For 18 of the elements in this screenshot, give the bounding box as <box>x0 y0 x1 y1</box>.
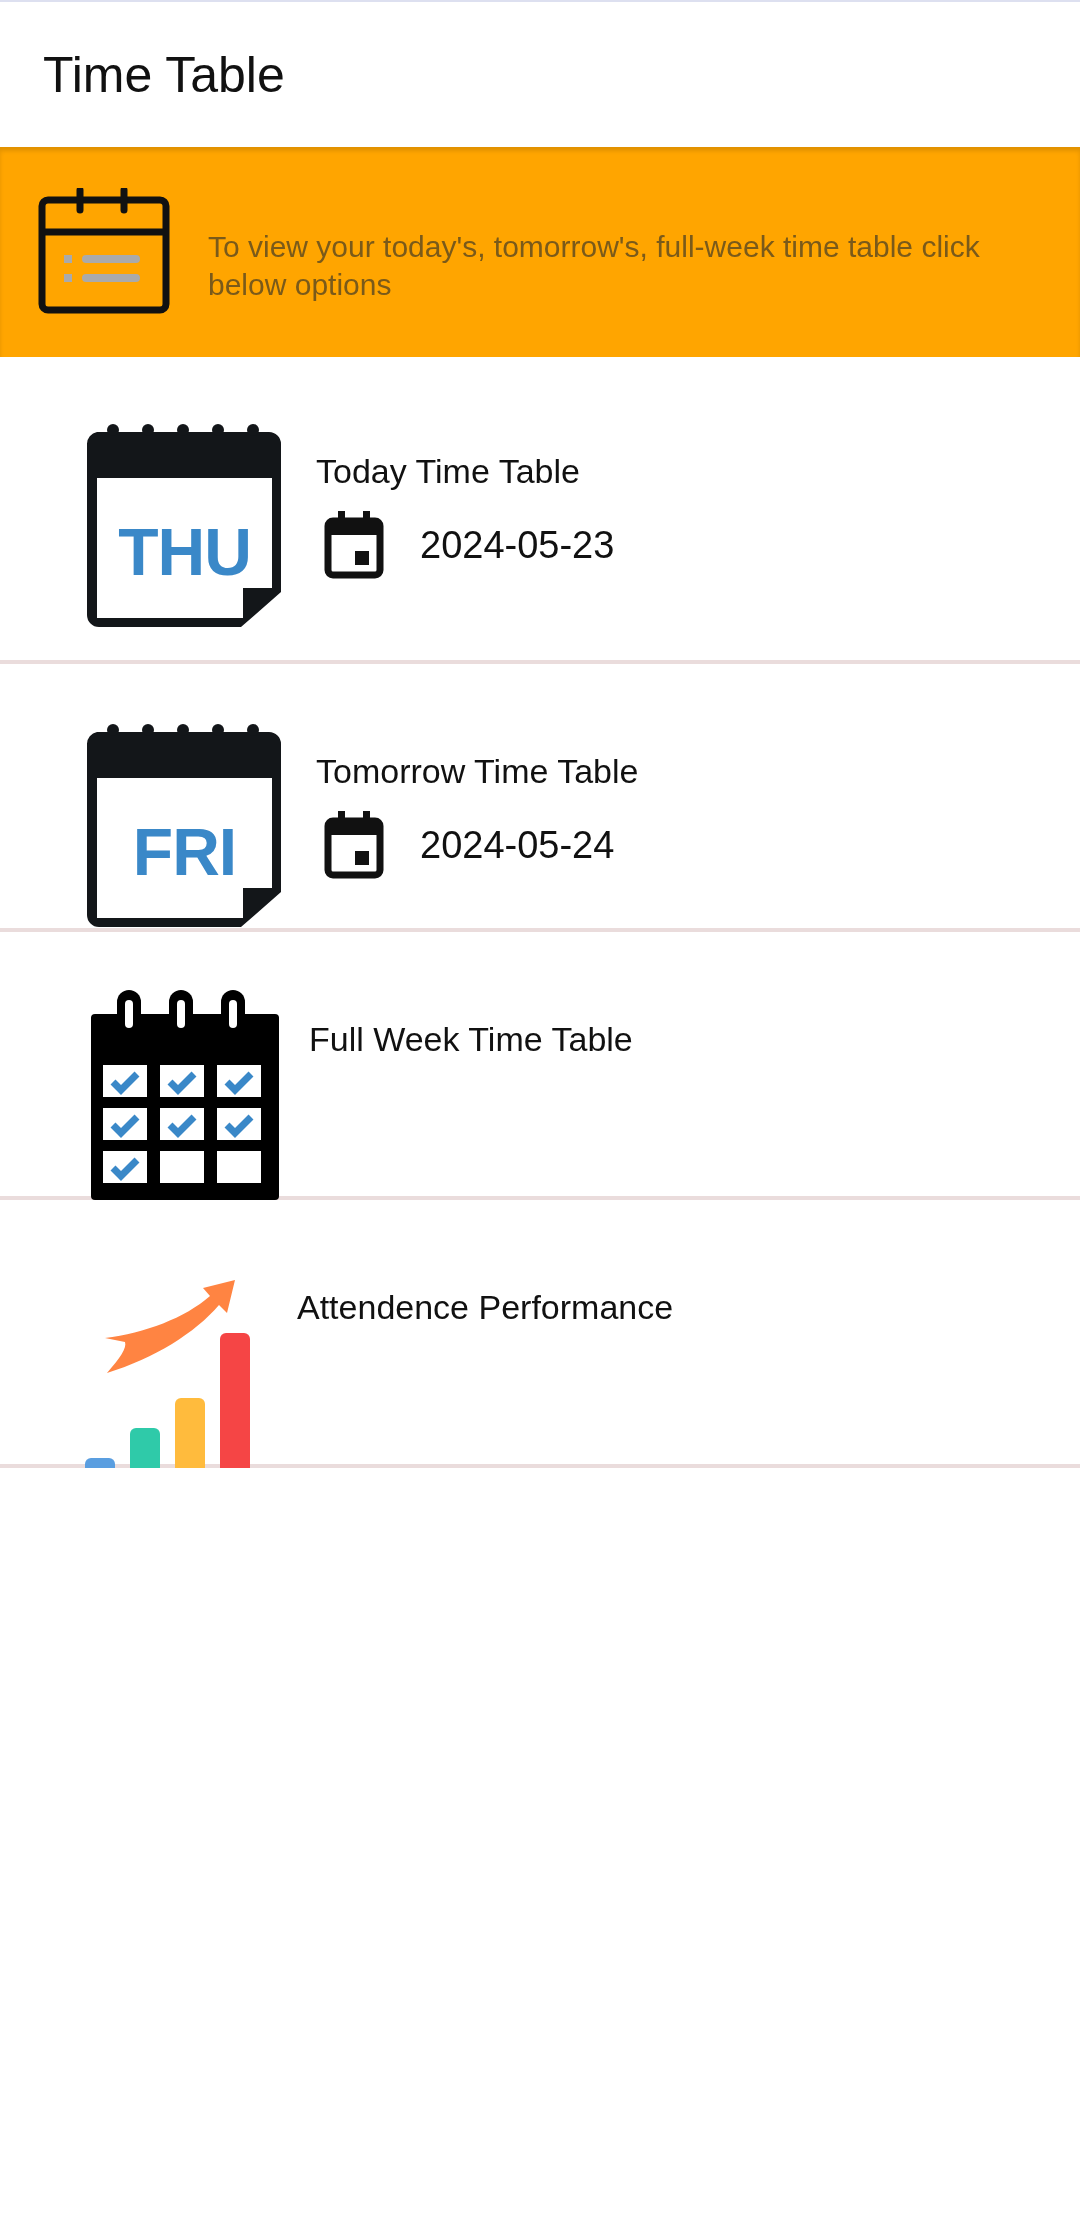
item-title: Attendence Performance <box>297 1288 674 1327</box>
calendar-list-icon <box>38 188 170 316</box>
item-title: Today Time Table <box>316 452 581 491</box>
date-text: 2024-05-24 <box>420 823 615 867</box>
date-text: 2024-05-23 <box>420 523 615 567</box>
item-title: Full Week Time Table <box>309 1020 633 1059</box>
day-label: FRI <box>131 814 238 890</box>
item-title: Tomorrow Time Table <box>316 752 639 791</box>
calendar-icon <box>324 811 384 879</box>
banner-text: To view your today's, tomorrow's, full-week time table click below options <box>208 229 981 303</box>
menu-item[interactable]: Attendence Performance <box>0 1200 1080 1468</box>
calendar-icon <box>324 511 384 579</box>
menu-item[interactable]: THU Today Time Table 2024-05-23 <box>0 357 1080 664</box>
day-label: THU <box>117 514 252 590</box>
menu-item[interactable]: FRI Tomorrow Time Table 2024-05-24 <box>0 664 1080 932</box>
page-title: Time Table <box>43 45 285 104</box>
weekly-calendar-icon <box>91 990 279 1200</box>
menu-item[interactable]: Full Week Time Table <box>0 932 1080 1200</box>
